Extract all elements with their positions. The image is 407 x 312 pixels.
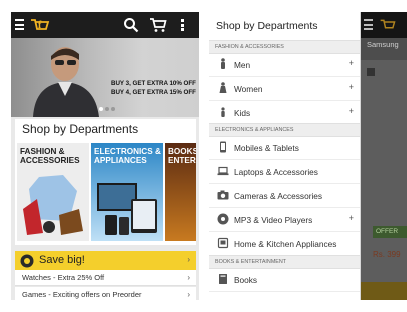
save-big-label: Save big! <box>39 254 85 266</box>
tile-line: ENTER <box>168 156 196 165</box>
list-item-label: Watches - Extra 25% Off <box>22 273 105 282</box>
menu-icon[interactable] <box>364 19 373 30</box>
chevron-right-icon: › <box>187 255 190 264</box>
list-item[interactable]: Watches - Extra 25% Off › <box>15 270 196 286</box>
offer-line-1: BUY 3, GET EXTRA 10% OFF <box>111 80 196 87</box>
drawer-item-partial[interactable] <box>209 292 360 300</box>
promo-banner[interactable]: BUY 3, GET EXTRA 10% OFF BUY 4, GET EXTR… <box>11 38 199 117</box>
mp3-player-icon <box>217 213 229 225</box>
drawer-item-label: Home & Kitchen Appliances <box>234 239 337 249</box>
app-toolbar <box>361 12 407 38</box>
product-header: Samsung <box>361 38 407 60</box>
save-badge-icon <box>20 254 34 268</box>
cart-icon[interactable] <box>149 17 167 38</box>
tile-line: APPLIANCES <box>94 156 147 165</box>
mobile-icon <box>220 141 226 153</box>
menu-icon[interactable] <box>15 19 24 31</box>
drawer-item-mobiles[interactable]: Mobiles & Tablets <box>209 136 360 160</box>
tile-electronics[interactable]: ELECTRONICS & APPLIANCES <box>91 143 163 241</box>
drawer-item-label: Kids <box>234 108 251 118</box>
drawer-item-cameras[interactable]: Cameras & Accessories <box>209 184 360 208</box>
section-header: FASHION & ACCESSORIES <box>209 40 360 54</box>
kids-icon <box>221 107 225 117</box>
offer-badge: OFFER <box>373 226 407 238</box>
drawer-item-label: Women <box>234 84 263 94</box>
tile-books[interactable]: BOOKS ENTER <box>165 143 196 241</box>
drawer-item-label: Laptops & Accessories <box>234 167 318 177</box>
drawer-item-women[interactable]: Women + <box>209 77 360 101</box>
departments-drawer: Shop by Departments FASHION & ACCESSORIE… <box>209 12 361 300</box>
product-price: Rs. 399 <box>373 250 401 259</box>
chevron-right-icon: › <box>187 273 190 282</box>
drawer-item-label: Men <box>234 60 251 70</box>
buy-bar[interactable] <box>361 282 407 300</box>
save-big-banner[interactable]: Save big! › <box>15 251 196 270</box>
drawer-item-laptops[interactable]: Laptops & Accessories <box>209 160 360 184</box>
drawer-item-label: Cameras & Accessories <box>234 191 323 201</box>
tile-line: BOOKS <box>168 147 196 156</box>
drawer-item-label: Mobiles & Tablets <box>234 143 299 153</box>
product-title: Samsung <box>367 40 399 49</box>
drawer-item-home-kitchen[interactable]: Home & Kitchen Appliances <box>209 232 360 256</box>
tile-line: FASHION & <box>20 147 65 156</box>
expand-plus-icon[interactable]: + <box>349 213 354 223</box>
women-icon <box>219 82 227 93</box>
drawer-item-kids[interactable]: Kids + <box>209 101 360 125</box>
tile-fashion[interactable]: FASHION & ACCESSORIES <box>17 143 89 241</box>
appliance-icon <box>217 237 229 249</box>
camera-icon <box>217 190 229 200</box>
list-item-label: Games - Exciting offers on Preorder <box>22 290 142 299</box>
drawer-item-label: Books <box>234 275 258 285</box>
expand-plus-icon[interactable]: + <box>349 82 354 92</box>
list-item[interactable]: Games - Exciting offers on Preorder › <box>15 287 196 300</box>
carousel-dot[interactable] <box>99 107 103 111</box>
home-screen: f BUY 3, GET EXTRA 10% OFF BUY 4, GET EX… <box>11 12 199 300</box>
expand-plus-icon[interactable]: + <box>349 58 354 68</box>
offer-line-2: BUY 4, GET EXTRA 15% OFF <box>111 89 196 96</box>
tile-line: ELECTRONICS & <box>94 147 161 156</box>
men-icon <box>221 58 225 69</box>
tile-line: ACCESSORIES <box>20 156 80 165</box>
pager-icon[interactable] <box>367 68 375 76</box>
book-icon <box>219 274 227 284</box>
carousel-dot[interactable] <box>111 107 115 111</box>
laptop-icon <box>217 166 229 176</box>
search-icon[interactable] <box>123 17 139 38</box>
section-title: Shop by Departments <box>22 122 139 136</box>
product-screen-background: Samsung OFFER Rs. 399 <box>361 12 407 300</box>
drawer-item-books[interactable]: Books <box>209 268 360 292</box>
expand-plus-icon[interactable]: + <box>349 106 354 116</box>
overflow-menu-icon[interactable] <box>181 19 184 31</box>
model-image <box>33 47 99 117</box>
section-header: BOOKS & ENTERTAINMENT <box>209 255 360 269</box>
drawer-item-label: MP3 & Video Players <box>234 215 313 225</box>
drawer-item-mp3[interactable]: MP3 & Video Players + <box>209 208 360 232</box>
departments-card: Shop by Departments FASHION & ACCESSORIE… <box>15 119 196 245</box>
fashion-image <box>23 175 83 235</box>
flipkart-logo[interactable] <box>379 16 397 33</box>
carousel-dot[interactable] <box>105 107 109 111</box>
section-header: ELECTRONICS & APPLIANCES <box>209 123 360 137</box>
drawer-title: Shop by Departments <box>216 20 318 32</box>
app-toolbar: f <box>11 12 199 38</box>
drawer-item-men[interactable]: Men + <box>209 53 360 77</box>
electronics-image <box>97 183 157 235</box>
chevron-right-icon: › <box>187 290 190 299</box>
flipkart-logo[interactable]: f <box>29 15 51 35</box>
